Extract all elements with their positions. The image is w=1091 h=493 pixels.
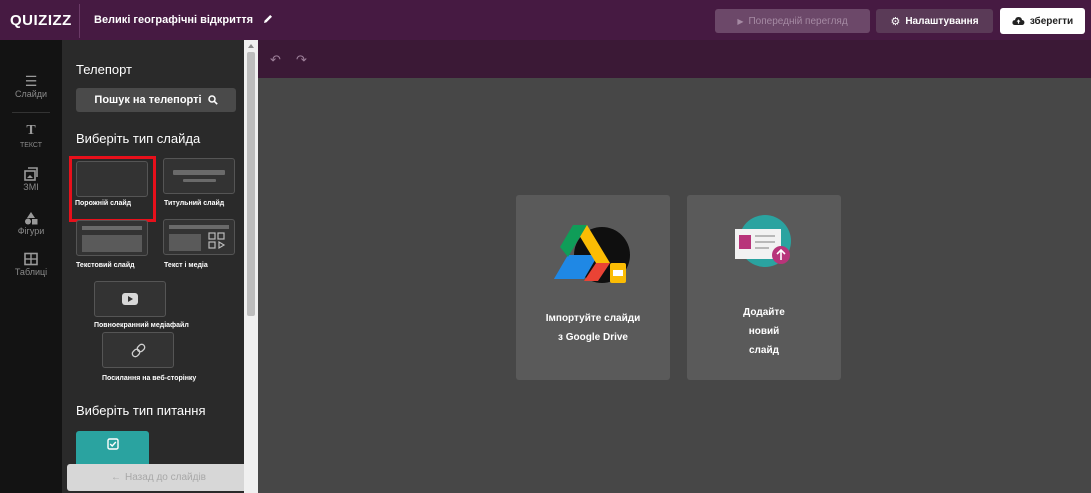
thumb-title-line xyxy=(82,226,142,230)
import-card-text: з Google Drive xyxy=(558,332,628,343)
title-slide-option[interactable] xyxy=(163,158,235,194)
sidebar-item-label: Фігури xyxy=(17,226,45,236)
gear-icon: ⚙ xyxy=(890,15,901,28)
text-media-slide-option[interactable] xyxy=(163,219,235,255)
back-to-slides-button[interactable]: ← Назад до слайдів xyxy=(67,464,250,491)
teleport-search-button[interactable]: Пошук на телепорті xyxy=(76,88,236,112)
sidebar-item-label: ЗМІ xyxy=(23,182,39,192)
thumb-title-line xyxy=(173,170,225,175)
sidebar-item-tables[interactable]: Таблиці xyxy=(0,252,62,277)
import-google-drive-card[interactable]: Імпортуйте слайди з Google Drive xyxy=(516,195,670,380)
sidebar-item-slides[interactable]: ☰ Слайди xyxy=(0,74,62,99)
pencil-icon[interactable] xyxy=(262,13,274,25)
quiz-title[interactable]: Великі географічні відкриття xyxy=(94,14,253,26)
google-drive-icon xyxy=(554,225,630,283)
logo-divider xyxy=(79,4,80,38)
play-video-icon xyxy=(122,293,138,305)
sidebar-item-media[interactable]: ЗМІ xyxy=(0,167,62,192)
sidebar-item-label: Слайди xyxy=(14,89,48,99)
add-slide-illustration-icon xyxy=(735,215,791,267)
slide-type-heading: Виберіть тип слайда xyxy=(76,131,201,146)
scrollbar-thumb[interactable] xyxy=(247,52,255,316)
web-link-option[interactable] xyxy=(102,332,174,368)
redo-icon[interactable]: ↷ xyxy=(296,52,307,68)
add-new-slide-card[interactable]: Додайте новий слайд xyxy=(687,195,841,380)
link-icon xyxy=(131,343,146,358)
play-icon: ▶ xyxy=(737,16,744,26)
question-type-heading: Виберіть тип питання xyxy=(76,403,206,418)
media-icon xyxy=(24,167,38,181)
settings-button[interactable]: ⚙ Налаштування xyxy=(876,9,993,33)
slide-type-label: Повноекранний медіафайл xyxy=(94,322,189,329)
preview-button[interactable]: ▶ Попередній перегляд xyxy=(715,9,870,33)
thumb-subtitle-line xyxy=(183,179,216,182)
teleport-heading: Телепорт xyxy=(76,62,132,77)
thumb-title-line xyxy=(169,225,229,229)
slide-type-panel: Телепорт Пошук на телепорті Виберіть тип… xyxy=(62,40,258,493)
highlight-box xyxy=(69,156,156,222)
save-label: зберегти xyxy=(1029,15,1074,27)
add-card-text: Додайте xyxy=(743,307,785,318)
checkbox-icon xyxy=(106,438,119,450)
sidebar-item-text[interactable]: T ТЕКСТ xyxy=(0,123,62,150)
text-slide-option[interactable] xyxy=(76,220,148,256)
search-icon xyxy=(207,95,218,105)
slide-type-label: Текст і медіа xyxy=(164,262,208,269)
shapes-icon xyxy=(25,212,38,225)
sidebar-divider xyxy=(12,112,50,113)
slides-icon: ☰ xyxy=(24,73,38,89)
save-button[interactable]: зберегти xyxy=(1000,8,1085,34)
editor-toolbar xyxy=(258,40,1091,78)
top-bar: QUIZIZZ Великі географічні відкриття ▶ П… xyxy=(0,0,1091,40)
thumb-text-block xyxy=(169,234,201,251)
import-card-text: Імпортуйте слайди xyxy=(545,313,641,324)
text-icon: T xyxy=(26,123,36,138)
sidebar-item-label: Таблиці xyxy=(14,267,48,277)
back-to-slides-label: Назад до слайдів xyxy=(125,472,206,483)
slide-type-label: Титульний слайд xyxy=(164,200,225,207)
sidebar-item-label: ТЕКСТ xyxy=(19,142,43,149)
quizizz-logo[interactable]: QUIZIZZ xyxy=(10,12,72,29)
slide-type-label: Текстовий слайд xyxy=(76,262,135,269)
table-icon xyxy=(24,252,38,266)
preview-label: Попередній перегляд xyxy=(748,15,848,27)
add-card-text: новий xyxy=(748,326,780,337)
cloud-upload-icon xyxy=(1012,17,1025,25)
arrow-left-icon: ← xyxy=(111,472,122,483)
scroll-up-arrow[interactable] xyxy=(248,44,254,48)
tool-sidebar: ☰ Слайди T ТЕКСТ ЗМІ Фігури Таблиці xyxy=(0,40,62,493)
media-icon xyxy=(208,232,226,250)
add-card-text: слайд xyxy=(749,345,779,356)
sidebar-item-shapes[interactable]: Фігури xyxy=(0,211,62,236)
settings-label: Налаштування xyxy=(905,15,979,27)
slide-canvas: Імпортуйте слайди з Google Drive Додайте… xyxy=(258,78,1091,493)
thumb-text-block xyxy=(82,235,142,252)
fullscreen-media-option[interactable] xyxy=(94,281,166,317)
undo-icon[interactable]: ↶ xyxy=(270,52,281,68)
slide-type-label: Посилання на веб-сторінку xyxy=(102,375,197,382)
teleport-search-label: Пошук на телепорті xyxy=(94,94,202,106)
